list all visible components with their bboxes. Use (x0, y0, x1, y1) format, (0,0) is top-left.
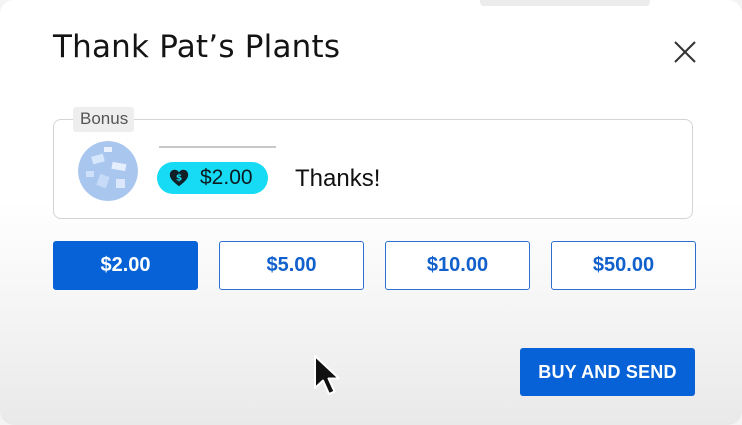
top-edge-shadow (480, 0, 650, 6)
mouse-pointer-icon (312, 354, 346, 398)
close-icon (674, 41, 696, 63)
bonus-tag: Bonus (73, 107, 135, 132)
svg-text:$: $ (176, 172, 182, 183)
amount-chip: $ $2.00 (157, 162, 268, 194)
amount-button-5[interactable]: $5.00 (219, 241, 364, 290)
chip-amount: $2.00 (200, 166, 253, 189)
amount-button-2[interactable]: $2.00 (53, 241, 198, 290)
amount-button-50[interactable]: $50.00 (551, 241, 696, 290)
author-name-placeholder (159, 146, 276, 148)
buy-and-send-button[interactable]: BUY AND SEND (520, 348, 695, 396)
thanks-dialog: Thank Pat’s Plants Bonus $ $2.00 Thanks!… (0, 0, 742, 425)
heart-dollar-icon: $ (168, 167, 190, 189)
close-button[interactable] (668, 35, 702, 69)
avatar (78, 141, 138, 201)
amount-button-10[interactable]: $10.00 (385, 241, 530, 290)
thanks-message: Thanks! (295, 165, 381, 192)
dialog-title: Thank Pat’s Plants (53, 29, 341, 65)
